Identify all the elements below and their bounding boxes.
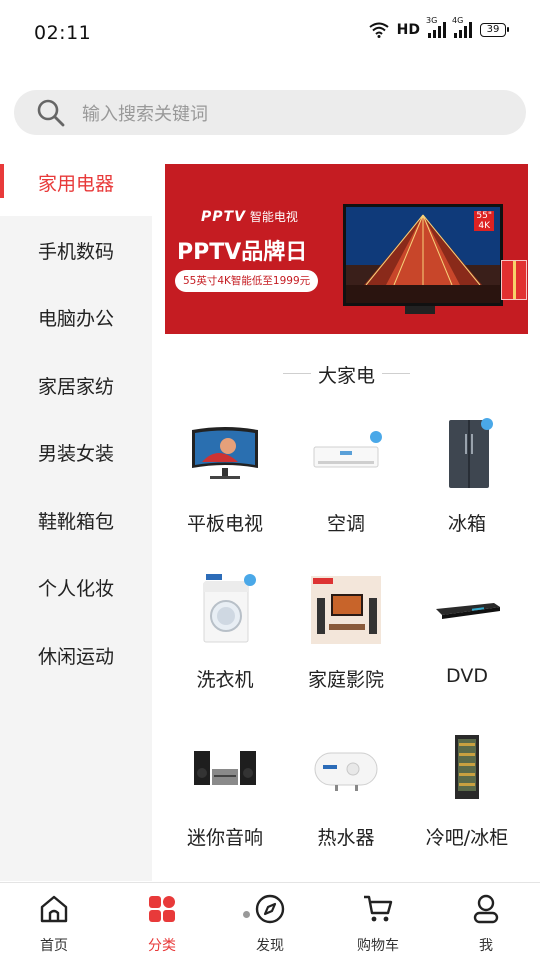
product-item[interactable]: 家庭影院: [286, 570, 406, 720]
nav-cart-label: 购物车: [357, 938, 399, 954]
monitor-icon: [185, 414, 265, 494]
product-item[interactable]: 空调: [286, 414, 406, 564]
sidebar-item-shoes-bags[interactable]: 鞋靴箱包: [0, 486, 152, 554]
hd-indicator: HD: [396, 22, 420, 38]
product-label: DVD: [446, 665, 488, 687]
wine-cooler-icon: [427, 728, 507, 808]
bottom-nav: 首页 分类 发现 购物车 我: [0, 882, 540, 960]
search-placeholder: 输入搜索关键词: [82, 103, 208, 125]
dvd-player-icon: [427, 570, 507, 650]
product-item[interactable]: 冰箱: [407, 414, 527, 564]
nav-category[interactable]: 分类: [122, 893, 202, 954]
product-label: 家庭影院: [307, 669, 384, 691]
section-title: 大家电: [317, 365, 375, 387]
signal-4g-icon: 4G: [452, 16, 472, 38]
product-label: 洗衣机: [196, 669, 254, 691]
tv-image: 55" 4K: [343, 204, 503, 306]
product-item[interactable]: 热水器: [286, 728, 406, 878]
nav-cart[interactable]: 购物车: [338, 893, 418, 954]
status-time: 02:11: [34, 22, 92, 44]
nav-home[interactable]: 首页: [14, 893, 94, 954]
category-sidebar: 家用电器 手机数码 电脑办公 家居家纺 男装女装 鞋靴箱包 个人化妆 休闲运动: [0, 148, 152, 881]
promo-banner[interactable]: PPTV 智能电视 PPTV品牌日 55英寸4K智能低至1999元 55" 4K: [165, 164, 528, 334]
nav-discover-label: 发现: [256, 938, 284, 954]
user-icon: [473, 894, 499, 924]
product-label: 冷吧/冰柜: [425, 827, 509, 849]
product-item[interactable]: DVD: [407, 570, 527, 720]
home-theater-icon: [306, 570, 386, 650]
product-item[interactable]: 迷你音响: [165, 728, 285, 878]
mini-speaker-icon: [185, 728, 265, 808]
product-item[interactable]: 洗衣机: [165, 570, 285, 720]
sidebar-item-phones[interactable]: 手机数码: [0, 216, 152, 284]
category-icon: [149, 896, 175, 922]
gift-box-icon: [501, 260, 527, 300]
washing-machine-icon: [185, 570, 265, 650]
nav-me[interactable]: 我: [446, 893, 526, 954]
search-input[interactable]: 输入搜索关键词: [14, 90, 526, 135]
product-label: 迷你音响: [186, 827, 263, 849]
sidebar-item-home[interactable]: 家居家纺: [0, 351, 152, 419]
sidebar-item-computers[interactable]: 电脑办公: [0, 283, 152, 351]
banner-title: PPTV品牌日: [177, 240, 308, 265]
banner-brand: PPTV 智能电视: [201, 209, 298, 225]
tv-stand: [405, 306, 435, 314]
cart-icon: [364, 895, 393, 922]
compass-icon: [255, 894, 285, 924]
search-icon: [37, 99, 65, 126]
home-icon: [40, 895, 68, 923]
wifi-icon: [369, 22, 389, 38]
status-bar: 02:11 HD 3G 4G 39: [0, 0, 540, 64]
product-item[interactable]: 平板电视: [165, 414, 285, 564]
air-conditioner-icon: [306, 414, 386, 494]
fridge-icon: [427, 414, 507, 494]
sidebar-item-clothing[interactable]: 男装女装: [0, 418, 152, 486]
product-label: 空调: [326, 513, 365, 535]
product-label: 冰箱: [447, 513, 486, 535]
sidebar-item-cosmetics[interactable]: 个人化妆: [0, 553, 152, 621]
sidebar-item-appliances[interactable]: 家用电器: [0, 148, 152, 216]
product-item[interactable]: 冷吧/冰柜: [407, 728, 527, 878]
divider-right: [382, 373, 410, 374]
nav-discover[interactable]: 发现: [230, 893, 310, 954]
sidebar-item-sports[interactable]: 休闲运动: [0, 621, 152, 689]
battery-icon: 39: [480, 23, 509, 37]
product-label: 平板电视: [186, 513, 263, 535]
product-label: 热水器: [317, 827, 375, 849]
status-icons: HD 3G 4G 39: [369, 16, 509, 38]
banner-promo: 55英寸4K智能低至1999元: [175, 270, 319, 292]
nav-me-label: 我: [479, 938, 493, 954]
nav-home-label: 首页: [40, 938, 68, 954]
tv-size-tag: 55" 4K: [474, 211, 494, 231]
signal-3g-icon: 3G: [426, 16, 446, 38]
water-heater-icon: [306, 728, 386, 808]
nav-category-label: 分类: [148, 938, 176, 954]
